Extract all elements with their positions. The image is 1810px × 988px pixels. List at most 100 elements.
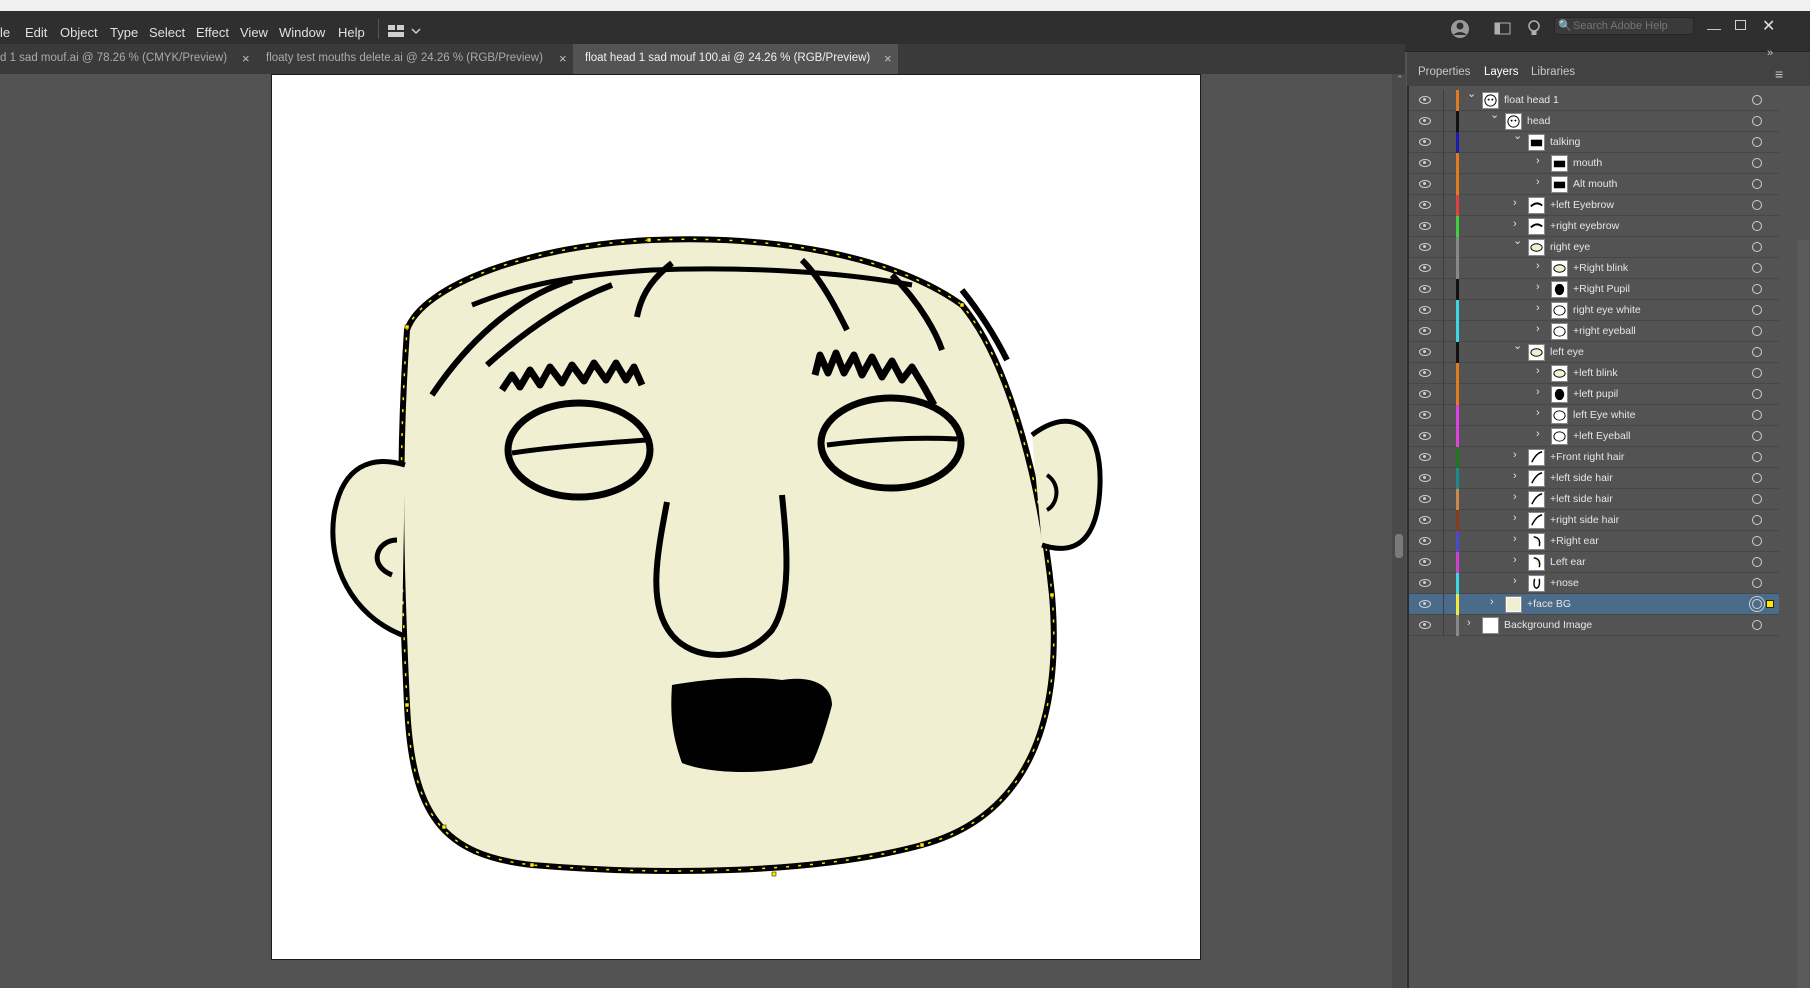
layer-row[interactable]: › +Right Pupil: [1409, 279, 1779, 300]
maximize-button[interactable]: [1735, 20, 1746, 30]
lock-column[interactable]: [1443, 174, 1444, 195]
layer-name[interactable]: left eye: [1550, 346, 1584, 358]
tab-layers[interactable]: Layers: [1484, 66, 1519, 78]
menu-window[interactable]: Window: [279, 25, 325, 40]
arrange-documents-icon[interactable]: [1494, 20, 1512, 41]
lock-column[interactable]: [1443, 552, 1444, 573]
layer-name[interactable]: Background Image: [1504, 619, 1592, 631]
workspace-switcher-icon[interactable]: [386, 21, 422, 44]
lock-column[interactable]: [1443, 573, 1444, 594]
target-circle-icon[interactable]: [1752, 536, 1762, 546]
layer-name[interactable]: +right eyeball: [1573, 325, 1636, 337]
menu-effect[interactable]: Effect: [196, 25, 229, 40]
tab-doc-1[interactable]: d 1 sad mouf.ai @ 78.26 % (CMYK/Preview): [0, 44, 265, 74]
layer-name[interactable]: Alt mouth: [1573, 178, 1617, 190]
layer-name[interactable]: float head 1: [1504, 94, 1559, 106]
chevron-down-icon[interactable]: ⌄: [1513, 129, 1522, 142]
chevron-right-icon[interactable]: ›: [1536, 302, 1540, 314]
lock-column[interactable]: [1443, 216, 1444, 237]
chevron-right-icon[interactable]: ›: [1536, 428, 1540, 440]
lock-column[interactable]: [1443, 615, 1444, 636]
layer-name[interactable]: head: [1527, 115, 1550, 127]
visibility-eye-icon[interactable]: [1419, 222, 1431, 230]
menu-object[interactable]: Object: [60, 25, 98, 40]
layer-name[interactable]: +right eyebrow: [1550, 220, 1619, 232]
lock-column[interactable]: [1443, 237, 1444, 258]
collapse-panel-icon[interactable]: »: [1767, 47, 1773, 59]
chevron-right-icon[interactable]: ›: [1536, 365, 1540, 377]
visibility-eye-icon[interactable]: [1419, 411, 1431, 419]
menu-select[interactable]: Select: [149, 25, 185, 40]
visibility-eye-icon[interactable]: [1419, 516, 1431, 524]
chevron-right-icon[interactable]: ›: [1467, 617, 1471, 629]
layer-row[interactable]: › +Right ear: [1409, 531, 1779, 552]
chevron-right-icon[interactable]: ›: [1536, 386, 1540, 398]
scroll-up-arrow-icon[interactable]: ⌃: [1396, 74, 1404, 85]
visibility-eye-icon[interactable]: [1419, 369, 1431, 377]
lock-column[interactable]: [1443, 258, 1444, 279]
layer-row[interactable]: ⌄ right eye: [1409, 234, 1779, 258]
layer-row[interactable]: › +Right blink: [1409, 258, 1779, 279]
layer-row[interactable]: › left Eye white: [1409, 405, 1779, 426]
tab-doc-2-close-icon[interactable]: ×: [559, 51, 567, 66]
chevron-right-icon[interactable]: ›: [1536, 281, 1540, 293]
target-circle-icon[interactable]: [1752, 95, 1762, 105]
visibility-eye-icon[interactable]: [1419, 390, 1431, 398]
target-circle-icon[interactable]: [1752, 515, 1762, 525]
layer-name[interactable]: +left Eyeball: [1573, 430, 1631, 442]
target-circle-icon[interactable]: [1752, 410, 1762, 420]
selection-indicator-icon[interactable]: [1766, 600, 1774, 608]
layer-row[interactable]: › +nose: [1409, 573, 1779, 594]
menu-type[interactable]: Type: [110, 25, 138, 40]
layer-row[interactable]: › +left Eyebrow: [1409, 195, 1779, 216]
target-circle-icon[interactable]: [1752, 263, 1762, 273]
layer-row[interactable]: › +face BG: [1409, 594, 1779, 615]
layer-row[interactable]: › Background Image: [1409, 615, 1779, 636]
visibility-eye-icon[interactable]: [1419, 117, 1431, 125]
layer-name[interactable]: talking: [1550, 136, 1580, 148]
visibility-eye-icon[interactable]: [1419, 243, 1431, 251]
layer-name[interactable]: +left side hair: [1550, 493, 1613, 505]
lock-column[interactable]: [1443, 300, 1444, 321]
layer-name[interactable]: +left blink: [1573, 367, 1618, 379]
artboard[interactable]: [271, 74, 1201, 960]
user-account-icon[interactable]: [1449, 18, 1471, 43]
scrollbar-thumb[interactable]: [1395, 534, 1403, 558]
panel-menu-icon[interactable]: ≡: [1775, 66, 1783, 82]
tab-libraries[interactable]: Libraries: [1531, 66, 1575, 78]
lock-column[interactable]: [1443, 405, 1444, 426]
layer-name[interactable]: +nose: [1550, 577, 1579, 589]
visibility-eye-icon[interactable]: [1419, 537, 1431, 545]
lock-column[interactable]: [1443, 531, 1444, 552]
visibility-eye-icon[interactable]: [1419, 600, 1431, 608]
target-circle-icon[interactable]: [1752, 200, 1762, 210]
chevron-right-icon[interactable]: ›: [1513, 533, 1517, 545]
layer-row[interactable]: › +left blink: [1409, 363, 1779, 384]
chevron-down-icon[interactable]: ⌄: [1513, 234, 1522, 247]
visibility-eye-icon[interactable]: [1419, 264, 1431, 272]
visibility-eye-icon[interactable]: [1419, 285, 1431, 293]
lock-column[interactable]: [1443, 153, 1444, 174]
menu-file[interactable]: le: [0, 25, 10, 40]
menu-view[interactable]: View: [240, 25, 268, 40]
visibility-eye-icon[interactable]: [1419, 138, 1431, 146]
lock-column[interactable]: [1443, 594, 1444, 615]
layer-row[interactable]: › +right side hair: [1409, 510, 1779, 531]
target-circle-icon[interactable]: [1752, 431, 1762, 441]
layer-row[interactable]: › Alt mouth: [1409, 174, 1779, 195]
panel-scrollbar[interactable]: [1797, 240, 1809, 988]
chevron-right-icon[interactable]: ›: [1513, 575, 1517, 587]
chevron-right-icon[interactable]: ›: [1536, 176, 1540, 188]
layer-name[interactable]: +right side hair: [1550, 514, 1619, 526]
tab-doc-2[interactable]: floaty test mouths delete.ai @ 24.26 % (…: [266, 44, 571, 74]
tab-properties[interactable]: Properties: [1418, 66, 1470, 78]
close-window-button[interactable]: ✕: [1762, 16, 1775, 36]
lock-column[interactable]: [1443, 111, 1444, 132]
layer-name[interactable]: +Right Pupil: [1573, 283, 1630, 295]
visibility-eye-icon[interactable]: [1419, 432, 1431, 440]
chevron-right-icon[interactable]: ›: [1513, 491, 1517, 503]
target-circle-icon[interactable]: [1752, 620, 1762, 630]
target-circle-icon[interactable]: [1752, 242, 1762, 252]
layer-row[interactable]: ⌄ head: [1409, 109, 1779, 132]
target-circle-icon[interactable]: [1752, 368, 1762, 378]
